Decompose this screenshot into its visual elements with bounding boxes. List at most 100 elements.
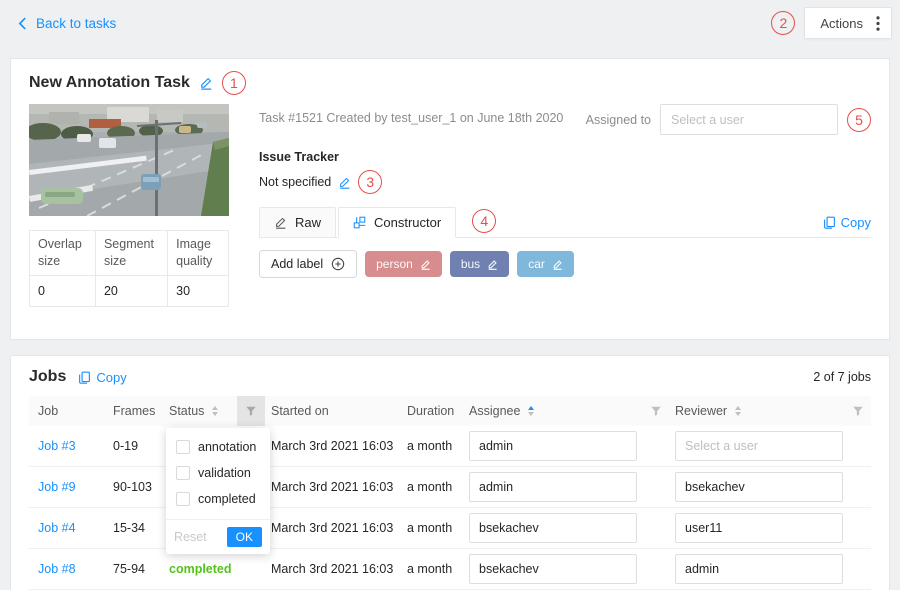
filter-option-validation[interactable]: validation <box>166 460 270 486</box>
filter-option-completed[interactable]: completed <box>166 486 270 512</box>
sort-icon[interactable] <box>212 406 218 416</box>
annotation-circle-5: 5 <box>847 108 871 132</box>
plus-circle-icon <box>331 257 345 271</box>
status-filter-icon[interactable] <box>237 396 265 426</box>
sort-icon-active[interactable] <box>528 406 534 416</box>
job-status-completed: completed ? <box>169 562 237 576</box>
add-label-text: Add label <box>271 257 323 271</box>
labels-copy-label: Copy <box>841 215 871 230</box>
jobs-copy-button[interactable]: Copy <box>78 370 126 385</box>
job-link[interactable]: Job #8 <box>38 562 76 576</box>
edit-label-person-icon[interactable] <box>420 259 431 270</box>
pencil-icon <box>274 216 287 229</box>
job-frames: 15-34 <box>107 521 163 535</box>
param-value-segment: 20 <box>95 275 167 306</box>
job-link[interactable]: Job #4 <box>38 521 76 535</box>
label-tag-car-name: car <box>528 257 545 271</box>
param-header-quality: Image quality <box>168 231 229 276</box>
job-started: March 3rd 2021 16:03 <box>265 562 401 576</box>
param-value-quality: 30 <box>168 275 229 306</box>
actions-button[interactable]: Actions <box>804 7 892 39</box>
assignee-input[interactable] <box>469 472 637 502</box>
annotation-circle-2: 2 <box>771 11 795 35</box>
edit-task-name-icon[interactable] <box>199 76 213 90</box>
column-duration[interactable]: Duration <box>401 404 463 418</box>
copy-icon <box>823 216 836 229</box>
checkbox-validation[interactable] <box>176 466 190 480</box>
assignee-input[interactable] <box>469 554 637 584</box>
jobs-card: Jobs Copy 2 of 7 jobs Job Frames Status … <box>10 355 890 590</box>
status-filter-dropdown: annotation validation completed Reset OK <box>166 428 270 554</box>
annotation-circle-4: 4 <box>472 209 496 233</box>
job-started: March 3rd 2021 16:03 <box>265 480 401 494</box>
edit-issue-tracker-icon[interactable] <box>338 176 351 189</box>
reviewer-input[interactable] <box>675 513 843 543</box>
column-frames[interactable]: Frames <box>107 404 163 418</box>
job-link[interactable]: Job #9 <box>38 480 76 494</box>
edit-label-car-icon[interactable] <box>552 259 563 270</box>
back-to-tasks-link[interactable]: Back to tasks <box>18 16 116 31</box>
job-row-8: Job #8 75-94 completed ? March 3rd 2021 … <box>29 549 871 590</box>
task-details-card: New Annotation Task 1 <box>10 58 890 340</box>
jobs-title: Jobs <box>29 368 66 386</box>
labels-copy-button[interactable]: Copy <box>823 215 871 230</box>
job-row-9: Job #9 90-103 March 3rd 2021 16:03 a mon… <box>29 467 871 508</box>
actions-label: Actions <box>820 16 863 31</box>
reviewer-filter-icon[interactable] <box>845 396 871 426</box>
tab-constructor[interactable]: Constructor <box>338 207 456 238</box>
annotation-circle-3: 3 <box>358 170 382 194</box>
job-link[interactable]: Job #3 <box>38 439 76 453</box>
assigned-to-input[interactable] <box>660 104 838 135</box>
param-header-overlap: Overlap size <box>30 231 96 276</box>
tab-constructor-label: Constructor <box>374 215 441 230</box>
job-duration: a month <box>401 562 463 576</box>
tab-raw-label: Raw <box>295 215 321 230</box>
blocks-icon <box>353 216 366 229</box>
label-tag-person-name: person <box>376 257 413 271</box>
filter-ok-button[interactable]: OK <box>227 527 262 547</box>
param-value-overlap: 0 <box>30 275 96 306</box>
column-status[interactable]: Status <box>163 404 237 418</box>
job-duration: a month <box>401 521 463 535</box>
labels-tabs: Raw Constructor 4 Copy <box>259 207 871 238</box>
task-meta-text: Task #1521 Created by test_user_1 on Jun… <box>259 104 563 125</box>
column-started-on[interactable]: Started on <box>265 404 401 418</box>
chevron-left-icon <box>18 17 27 30</box>
sort-icon[interactable] <box>735 406 741 416</box>
jobs-copy-label: Copy <box>96 370 126 385</box>
task-preview-image <box>29 104 229 216</box>
add-label-button[interactable]: Add label <box>259 250 357 278</box>
tab-raw[interactable]: Raw <box>259 207 336 238</box>
job-started: March 3rd 2021 16:03 <box>265 439 401 453</box>
label-tag-car[interactable]: car <box>517 251 574 277</box>
job-frames: 90-103 <box>107 480 163 494</box>
task-params-table: Overlap size Segment size Image quality … <box>29 230 229 307</box>
edit-label-bus-icon[interactable] <box>487 259 498 270</box>
job-frames: 0-19 <box>107 439 163 453</box>
job-row-3: Job #3 0-19 March 3rd 2021 16:03 a month <box>29 426 871 467</box>
reviewer-input[interactable] <box>675 431 843 461</box>
filter-reset-button[interactable]: Reset <box>174 530 207 544</box>
assignee-filter-icon[interactable] <box>643 396 669 426</box>
assignee-input[interactable] <box>469 513 637 543</box>
checkbox-annotation[interactable] <box>176 440 190 454</box>
column-assignee[interactable]: Assignee <box>463 404 643 418</box>
reviewer-input[interactable] <box>675 472 843 502</box>
assignee-input[interactable] <box>469 431 637 461</box>
checkbox-completed[interactable] <box>176 492 190 506</box>
more-vertical-icon[interactable] <box>876 16 880 31</box>
job-duration: a month <box>401 439 463 453</box>
annotation-circle-1: 1 <box>222 71 246 95</box>
copy-icon <box>78 371 91 384</box>
label-tag-person[interactable]: person <box>365 251 442 277</box>
reviewer-input[interactable] <box>675 554 843 584</box>
column-reviewer[interactable]: Reviewer <box>669 404 845 418</box>
label-tag-bus[interactable]: bus <box>450 251 509 277</box>
job-started: March 3rd 2021 16:03 <box>265 521 401 535</box>
task-title: New Annotation Task <box>29 74 190 92</box>
issue-tracker-label: Issue Tracker <box>259 150 871 164</box>
column-job[interactable]: Job <box>29 404 107 418</box>
job-duration: a month <box>401 480 463 494</box>
filter-option-annotation[interactable]: annotation <box>166 434 270 460</box>
assigned-to-label: Assigned to <box>586 113 651 127</box>
